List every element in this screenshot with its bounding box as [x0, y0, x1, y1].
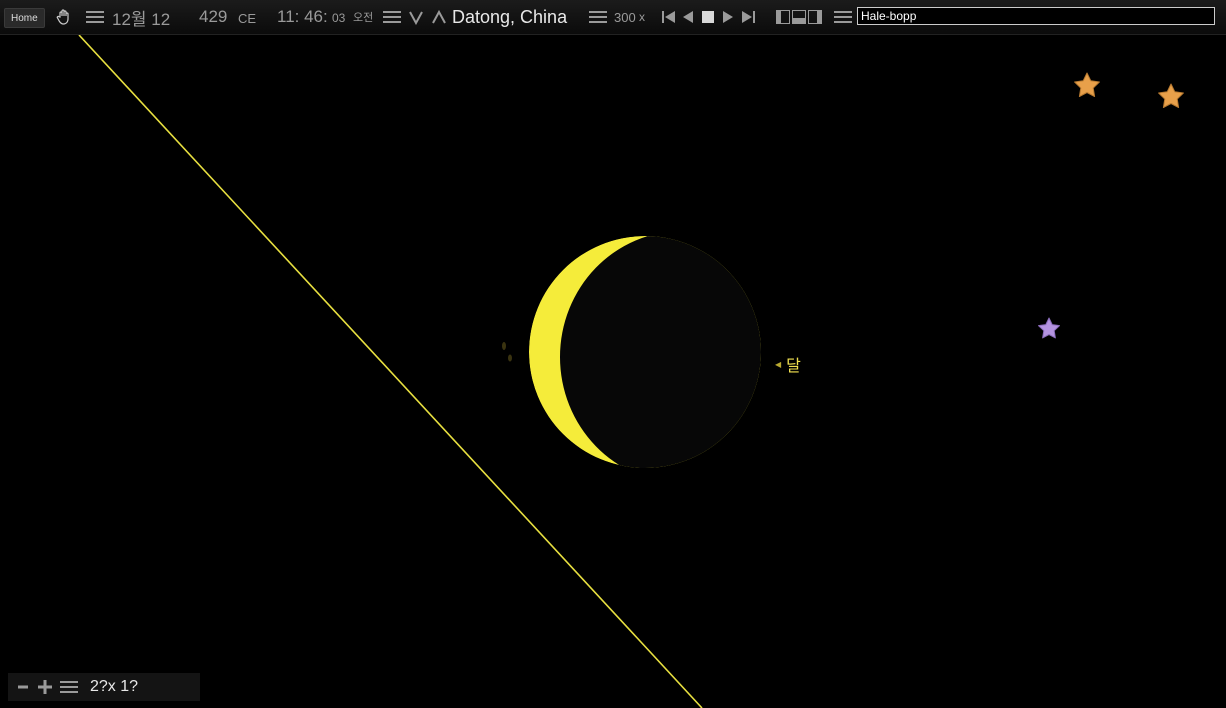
chevron-down-icon[interactable] [408, 0, 424, 34]
zoom-bar: 2?x 1? [8, 673, 200, 701]
chevron-up-icon[interactable] [431, 0, 447, 34]
layout-bottom-icon[interactable] [792, 0, 806, 34]
month-day-field[interactable]: 12월 12 [112, 0, 170, 34]
skip-start-icon[interactable] [662, 0, 676, 34]
sky-view[interactable] [0, 35, 1226, 708]
layout-left-icon[interactable] [776, 0, 790, 34]
search-input[interactable] [857, 7, 1215, 25]
stop-icon[interactable] [702, 0, 714, 34]
layout-right-icon[interactable] [808, 0, 822, 34]
hand-pan-icon[interactable] [55, 0, 73, 34]
moon-label[interactable]: ◀ 달 [775, 352, 801, 376]
field-of-view-text: 2?x 1? [90, 678, 139, 695]
location-menu-icon[interactable] [383, 0, 401, 34]
pointer-icon: ◀ [775, 359, 782, 369]
minus-icon[interactable] [18, 682, 28, 692]
era-field[interactable]: CE [238, 1, 256, 35]
star-icon[interactable] [1074, 72, 1100, 97]
plus-icon[interactable] [38, 680, 52, 694]
speed-menu-icon[interactable] [589, 0, 607, 34]
search-menu-icon[interactable] [834, 0, 852, 34]
play-icon[interactable] [723, 0, 733, 34]
speed-value[interactable]: 300 [614, 0, 636, 34]
top-toolbar: Home 12월 12 429 CE 11: 46: 03 오전 Datong,… [0, 0, 1226, 35]
year-field[interactable]: 429 [199, 0, 227, 34]
star-icon[interactable] [1158, 83, 1184, 108]
date-menu-icon[interactable] [86, 0, 104, 34]
step-back-icon[interactable] [683, 0, 693, 34]
location-name[interactable]: Datong, China [452, 0, 567, 34]
seconds-field[interactable]: 03 [332, 1, 345, 35]
ampm-field[interactable]: 오전 [353, 0, 373, 34]
moon[interactable] [502, 231, 804, 483]
speed-unit: x [639, 10, 645, 24]
skip-end-icon[interactable] [741, 0, 755, 34]
moon-label-text: 달 [786, 358, 801, 375]
star-icon[interactable] [1038, 317, 1060, 339]
time-field[interactable]: 11: 46: [277, 0, 328, 34]
home-button[interactable]: Home [4, 8, 45, 28]
zoom-menu-icon[interactable] [60, 680, 78, 694]
